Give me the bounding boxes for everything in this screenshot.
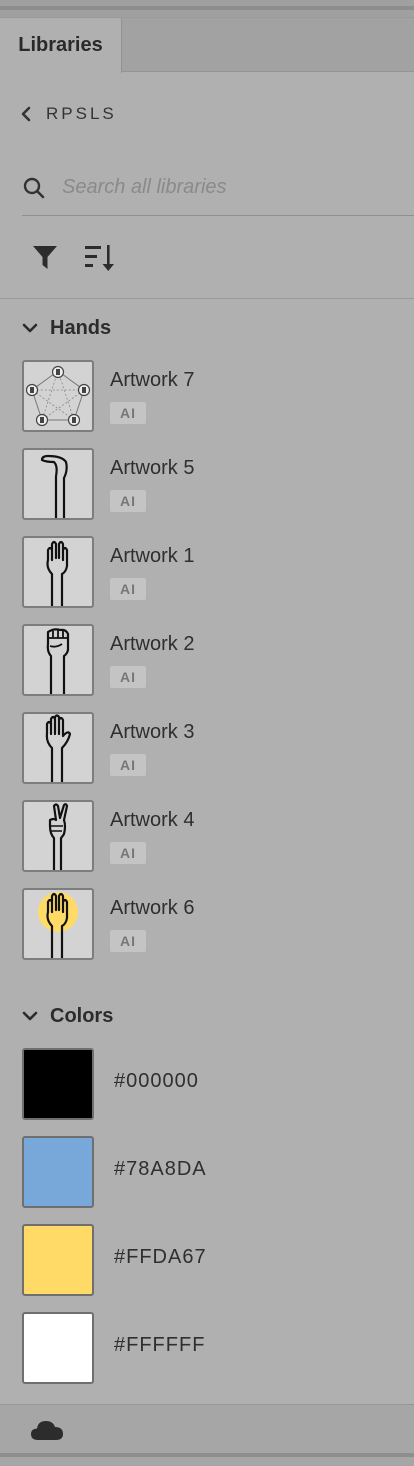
search-icon [23,177,45,198]
asset-thumbnail [22,536,94,608]
asset-thumbnail [22,712,94,784]
footer-edge [0,1453,414,1457]
panel-top-strip [0,0,414,18]
section-header-hands[interactable]: Hands [22,314,111,342]
toolbar-divider [0,298,414,299]
asset-item[interactable]: Artwork 7 AI [22,360,414,432]
section-header-colors[interactable]: Colors [22,1002,113,1030]
asset-thumbnail [22,624,94,696]
asset-type-badge: AI [110,754,146,776]
asset-item[interactable]: Artwork 4 AI [22,800,414,872]
asset-name: Artwork 5 [110,457,195,479]
tab-bar: Libraries [0,18,414,73]
asset-name: Artwork 1 [110,545,195,567]
filter-icon[interactable] [32,244,58,272]
chevron-down-icon [22,1011,38,1021]
tab-libraries[interactable]: Libraries [0,18,122,73]
asset-type-badge: AI [110,490,146,512]
library-back-button[interactable]: RPSLS [20,100,117,128]
panel-footer [0,1404,414,1466]
color-swatch [22,1312,94,1384]
hand-lizard-icon [40,454,68,518]
hand-spock-icon [46,540,69,606]
asset-type-badge: AI [110,666,146,688]
asset-thumbnail [22,888,94,960]
sort-icon[interactable] [84,243,116,273]
asset-thumbnail [22,800,94,872]
asset-name: Artwork 6 [110,897,195,919]
library-name: RPSLS [46,104,117,123]
pentagon-diagram-icon [25,365,91,427]
chevron-left-icon [21,106,31,122]
asset-name: Artwork 2 [110,633,195,655]
search-input[interactable] [62,176,382,199]
color-hex-label: #FFDA67 [114,1246,207,1268]
section-title: Colors [50,1004,114,1027]
color-hex-label: #FFFFFF [114,1334,206,1356]
asset-type-badge: AI [110,930,146,952]
hand-scissors-icon [48,803,69,870]
asset-thumbnail [22,360,94,432]
asset-item[interactable]: Artwork 6 AI [22,888,414,960]
color-item[interactable]: #000000 [22,1048,414,1120]
asset-item[interactable]: Artwork 5 AI [22,448,414,520]
asset-name: Artwork 7 [110,369,195,391]
hand-open-icon [45,714,72,782]
color-hex-label: #000000 [114,1070,199,1092]
creative-cloud-icon[interactable] [30,1419,64,1441]
asset-type-badge: AI [110,578,146,600]
search-bar [22,160,414,216]
asset-type-badge: AI [110,842,146,864]
asset-thumbnail [22,448,94,520]
asset-item[interactable]: Artwork 3 AI [22,712,414,784]
color-swatch [22,1048,94,1120]
asset-item[interactable]: Artwork 2 AI [22,624,414,696]
color-swatch [22,1224,94,1296]
color-item[interactable]: #78A8DA [22,1136,414,1208]
hand-fist-icon [46,628,70,694]
color-swatch [22,1136,94,1208]
asset-name: Artwork 3 [110,721,195,743]
asset-name: Artwork 4 [110,809,195,831]
color-item[interactable]: #FFDA67 [22,1224,414,1296]
section-title: Hands [50,316,112,339]
color-item[interactable]: #FFFFFF [22,1312,414,1384]
asset-item[interactable]: Artwork 1 AI [22,536,414,608]
asset-type-badge: AI [110,402,146,424]
chevron-down-icon [22,323,38,333]
toolbar [32,240,116,276]
color-hex-label: #78A8DA [114,1158,207,1180]
hand-spock-yellow-icon [38,892,78,958]
